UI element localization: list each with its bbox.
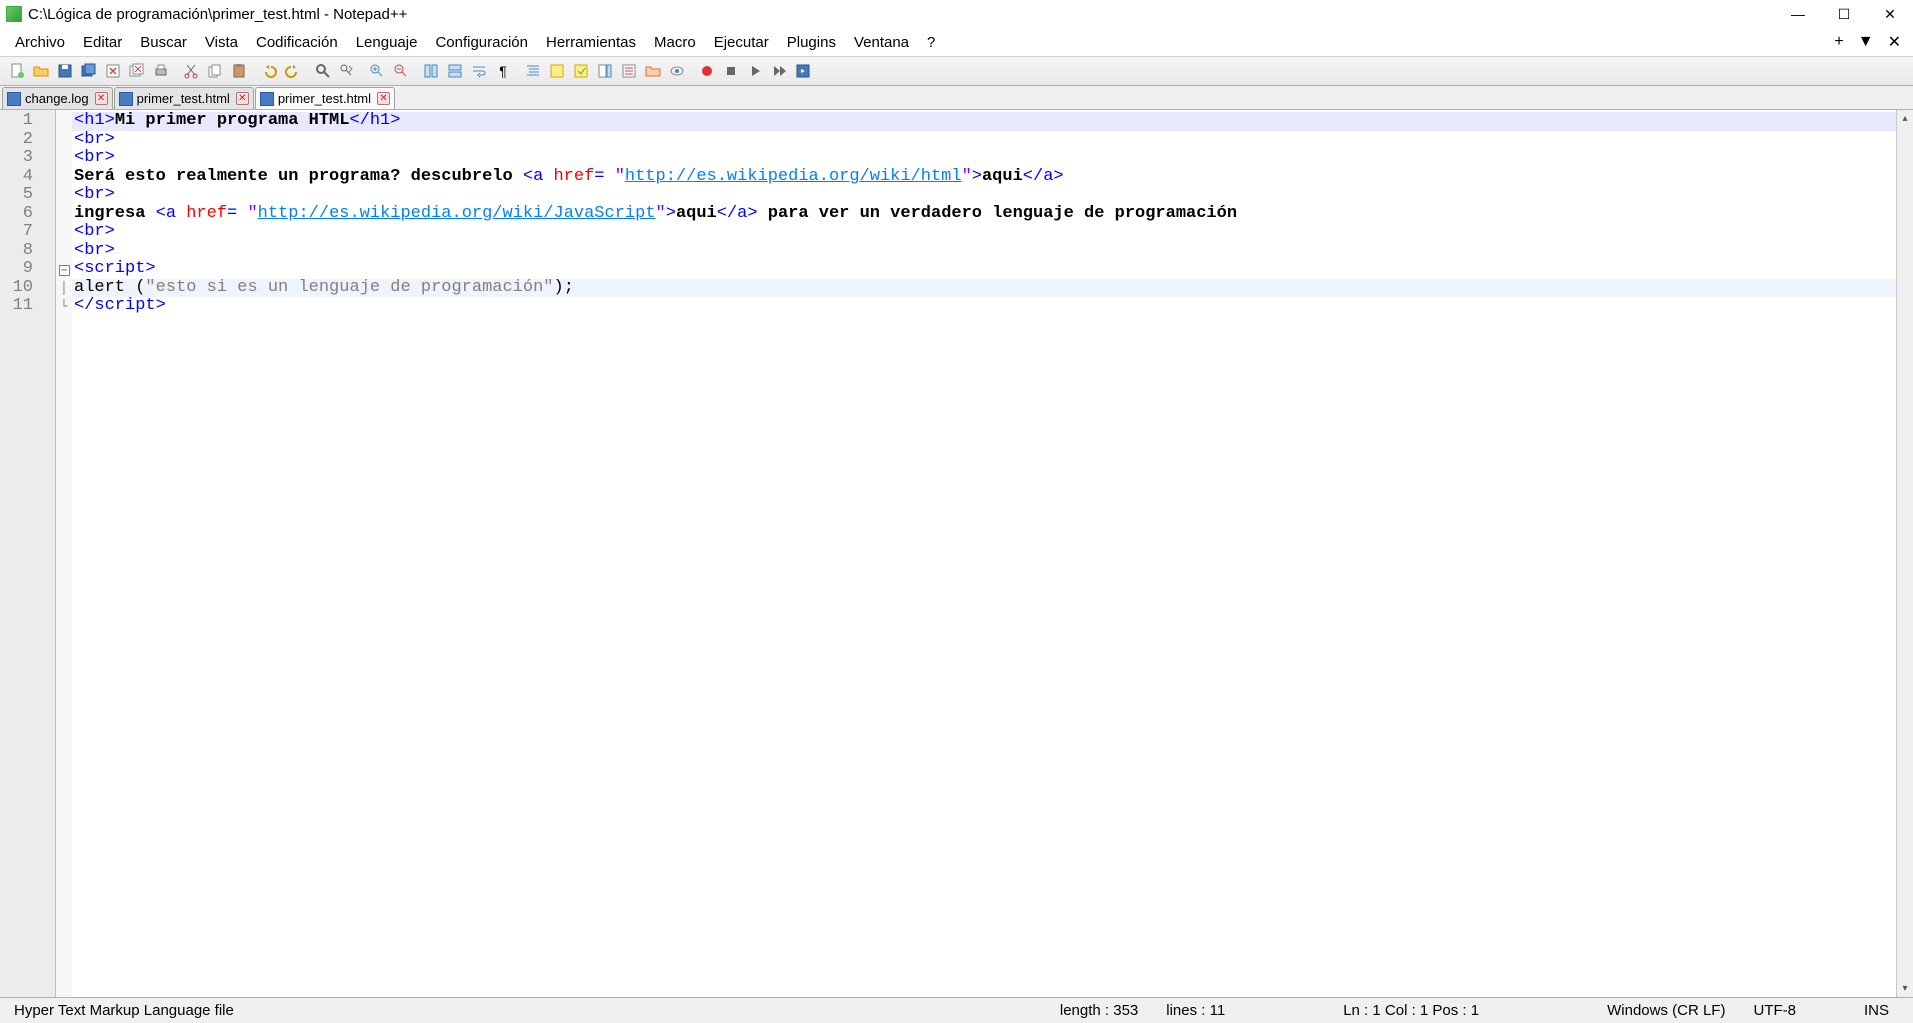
zoom-in-icon[interactable] [366,60,388,82]
tab-primer-test-1[interactable]: primer_test.html ✕ [114,87,254,109]
scroll-up-icon[interactable]: ▴ [1897,110,1913,127]
show-all-icon[interactable]: ¶ [492,60,514,82]
close-all-icon[interactable] [126,60,148,82]
tab-close-icon[interactable]: ✕ [377,92,390,105]
save-all-icon[interactable] [78,60,100,82]
menu-editar[interactable]: Editar [74,32,131,53]
maximize-button[interactable]: ☐ [1821,0,1867,28]
replace-icon[interactable] [336,60,358,82]
open-file-icon[interactable] [30,60,52,82]
sync-v-icon[interactable] [420,60,442,82]
document-icon [119,92,133,106]
status-position: Ln : 1 Col : 1 Pos : 1 [1329,1002,1493,1019]
tabs-bar: change.log ✕ primer_test.html ✕ primer_t… [0,86,1913,110]
window-title: C:\Lógica de programación\primer_test.ht… [28,6,1775,23]
tab-label: primer_test.html [137,91,230,106]
title-bar: C:\Lógica de programación\primer_test.ht… [0,0,1913,28]
stop-macro-icon[interactable] [720,60,742,82]
menu-ventana[interactable]: Ventana [845,32,918,53]
menu-codificacion[interactable]: Codificación [247,32,347,53]
window-controls: — ☐ ✕ [1775,0,1913,28]
editor: 1234567891011 −│└ <h1>Mi primer programa… [0,110,1913,997]
document-icon [260,92,274,106]
func-list-icon[interactable] [618,60,640,82]
vertical-scrollbar[interactable]: ▴ ▾ [1896,110,1913,997]
tab-close-icon[interactable]: ✕ [95,92,108,105]
toolbar: ¶ [0,56,1913,86]
print-icon[interactable] [150,60,172,82]
play-multi-icon[interactable] [768,60,790,82]
line-number-gutter: 1234567891011 [0,110,56,997]
undo-icon[interactable] [258,60,280,82]
tab-close-icon[interactable]: ✕ [236,92,249,105]
menu-add-icon[interactable]: + [1830,33,1847,51]
status-length: length : 353 [1046,1002,1152,1019]
cut-icon[interactable] [180,60,202,82]
menu-dropdown-icon[interactable]: ▼ [1854,33,1878,51]
document-icon [7,92,21,106]
status-lines: lines : 11 [1152,1002,1239,1019]
wrap-icon[interactable] [468,60,490,82]
menu-archivo[interactable]: Archivo [6,32,74,53]
scroll-down-icon[interactable]: ▾ [1897,980,1913,997]
tab-change-log[interactable]: change.log ✕ [2,87,113,109]
menu-bar: Archivo Editar Buscar Vista Codificación… [0,28,1913,56]
close-file-icon[interactable] [102,60,124,82]
menu-lenguaje[interactable]: Lenguaje [347,32,427,53]
menu-buscar[interactable]: Buscar [131,32,196,53]
status-eol[interactable]: Windows (CR LF) [1593,1002,1739,1019]
status-encoding[interactable]: UTF-8 [1739,1002,1810,1019]
menu-close-icon[interactable]: ✕ [1884,32,1905,52]
indent-guide-icon[interactable] [522,60,544,82]
tab-primer-test-2[interactable]: primer_test.html ✕ [255,87,395,109]
zoom-out-icon[interactable] [390,60,412,82]
menu-plugins[interactable]: Plugins [778,32,845,53]
save-macro-icon[interactable] [792,60,814,82]
code-area[interactable]: <h1>Mi primer programa HTML</h1><br><br>… [72,110,1896,997]
paste-icon[interactable] [228,60,250,82]
folder-icon[interactable] [642,60,664,82]
tab-label: change.log [25,91,89,106]
status-bar: Hyper Text Markup Language file length :… [0,997,1913,1023]
tab-label: primer_test.html [278,91,371,106]
fold-column: −│└ [56,110,72,997]
save-icon[interactable] [54,60,76,82]
udl-icon[interactable] [570,60,592,82]
status-ins[interactable]: INS [1850,1002,1913,1019]
play-macro-icon[interactable] [744,60,766,82]
menu-ejecutar[interactable]: Ejecutar [705,32,778,53]
app-icon [6,6,22,22]
minimize-button[interactable]: — [1775,0,1821,28]
redo-icon[interactable] [282,60,304,82]
menu-herramientas[interactable]: Herramientas [537,32,645,53]
close-button[interactable]: ✕ [1867,0,1913,28]
sync-h-icon[interactable] [444,60,466,82]
record-macro-icon[interactable] [696,60,718,82]
copy-icon[interactable] [204,60,226,82]
new-file-icon[interactable] [6,60,28,82]
menu-configuracion[interactable]: Configuración [426,32,537,53]
menu-macro[interactable]: Macro [645,32,705,53]
monitor-icon[interactable] [666,60,688,82]
menu-vista[interactable]: Vista [196,32,247,53]
find-icon[interactable] [312,60,334,82]
menu-help[interactable]: ? [918,32,944,53]
status-file-type: Hyper Text Markup Language file [0,1002,248,1019]
doc-map-icon[interactable] [594,60,616,82]
lang-icon[interactable] [546,60,568,82]
